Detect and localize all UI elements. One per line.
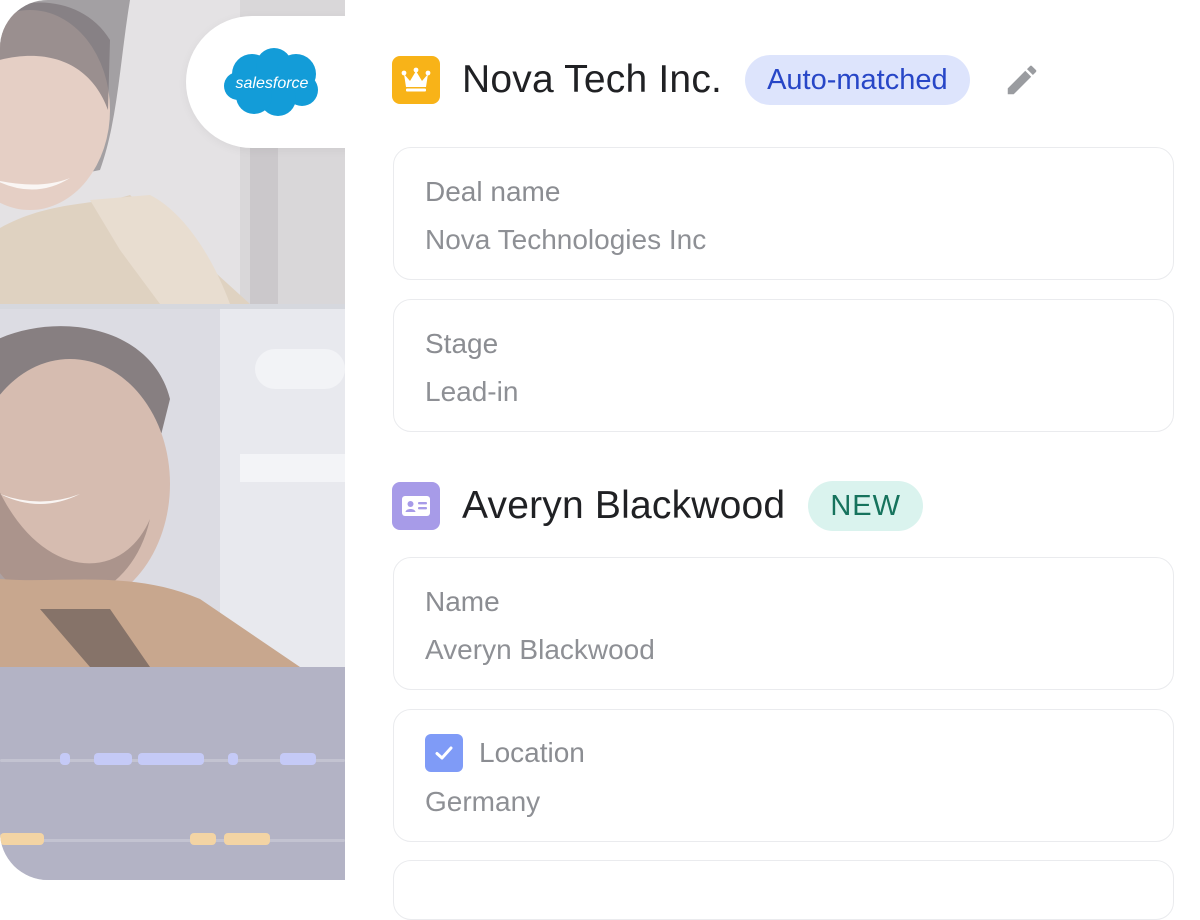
field-value: Lead-in xyxy=(425,376,519,407)
location-field[interactable]: Location Germany xyxy=(393,709,1174,842)
company-name: Nova Tech Inc. xyxy=(462,58,723,101)
new-badge: NEW xyxy=(808,481,923,531)
field-label: Deal name xyxy=(425,176,561,207)
name-field[interactable]: Name Averyn Blackwood xyxy=(393,557,1174,690)
location-label-row: Location xyxy=(425,734,585,772)
deal-name-field[interactable]: Deal name Nova Technologies Inc xyxy=(393,147,1174,280)
salesforce-logo-icon: salesforce xyxy=(224,48,318,116)
field-value: Nova Technologies Inc xyxy=(425,224,707,255)
crown-icon xyxy=(392,56,440,104)
field-label: Name xyxy=(425,586,500,617)
video-strip: salesforce xyxy=(0,0,345,880)
transcript-waveform-panel xyxy=(0,667,345,880)
salesforce-logo-text: salesforce xyxy=(236,75,309,92)
contact-card-icon xyxy=(392,482,440,530)
participant-2-image xyxy=(0,309,345,667)
company-header: Nova Tech Inc. Auto-matched xyxy=(392,52,1044,108)
next-field-card[interactable] xyxy=(393,860,1174,920)
speaker-2-waveform xyxy=(0,833,345,853)
checkbox-checked-icon[interactable] xyxy=(425,734,463,772)
video-tile-participant-2 xyxy=(0,309,345,667)
auto-matched-badge: Auto-matched xyxy=(745,55,970,105)
speaker-1-waveform xyxy=(0,753,345,773)
stage-field[interactable]: Stage Lead-in xyxy=(393,299,1174,432)
field-value: Averyn Blackwood xyxy=(425,634,655,665)
contact-header: Averyn Blackwood NEW xyxy=(392,478,923,534)
pencil-icon[interactable] xyxy=(1000,58,1044,102)
salesforce-badge: salesforce xyxy=(186,16,345,148)
video-tile-participant-1: salesforce xyxy=(0,0,345,304)
contact-name: Averyn Blackwood xyxy=(462,484,786,527)
crm-sync-panel: Nova Tech Inc. Auto-matched Deal name No… xyxy=(345,0,1200,920)
field-label: Stage xyxy=(425,328,499,359)
field-label: Location xyxy=(479,737,585,768)
field-value: Germany xyxy=(425,786,541,817)
